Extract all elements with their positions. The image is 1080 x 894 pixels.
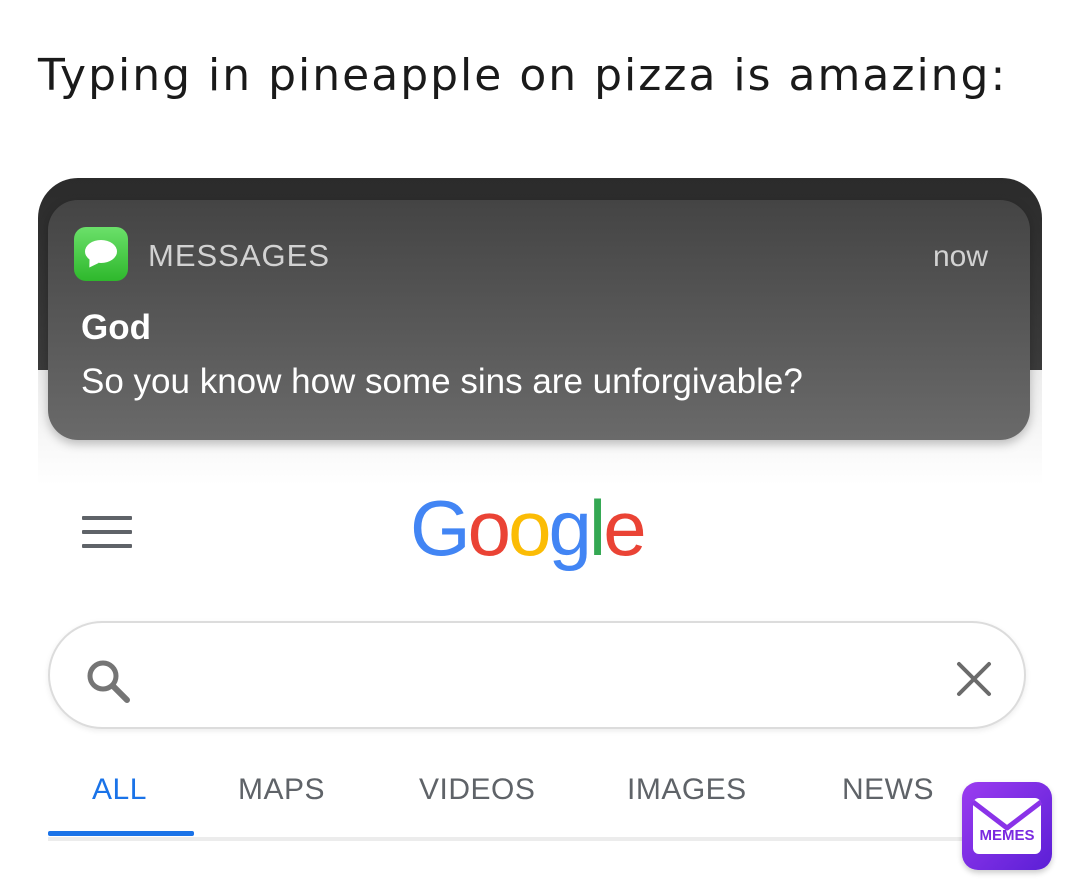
tabs-divider bbox=[48, 837, 1018, 841]
google-logo[interactable]: Google bbox=[410, 478, 647, 578]
logo-letter: e bbox=[603, 484, 646, 572]
logo-letter: o bbox=[508, 484, 551, 572]
notification-app-name: MESSAGES bbox=[148, 238, 330, 273]
hamburger-menu-icon[interactable] bbox=[82, 516, 132, 548]
search-tabs: ALL MAPS VIDEOS IMAGES NEWS bbox=[38, 773, 1042, 843]
notification-message: So you know how some sins are unforgivab… bbox=[81, 362, 803, 401]
logo-letter: g bbox=[548, 484, 591, 572]
meme-caption: Typing in pineapple on pizza is amazing: bbox=[38, 50, 1008, 101]
tab-videos[interactable]: VIDEOS bbox=[419, 773, 535, 807]
tab-images[interactable]: IMAGES bbox=[627, 773, 747, 807]
messages-app-icon bbox=[74, 227, 128, 281]
tab-maps[interactable]: MAPS bbox=[238, 773, 325, 807]
notification-sender: God bbox=[81, 308, 151, 347]
close-icon[interactable] bbox=[954, 659, 994, 699]
tab-all[interactable]: ALL bbox=[92, 773, 147, 807]
active-tab-indicator bbox=[48, 831, 194, 836]
logo-letter: o bbox=[467, 484, 511, 572]
message-notification[interactable]: MESSAGES now God So you know how some si… bbox=[48, 200, 1030, 440]
search-bar[interactable] bbox=[48, 621, 1026, 729]
phone-screenshot: MESSAGES now God So you know how some si… bbox=[38, 178, 1042, 848]
memes-logo-text: MEMES bbox=[979, 827, 1034, 844]
notification-time: now bbox=[932, 240, 988, 273]
search-input[interactable] bbox=[160, 651, 920, 701]
logo-letter: l bbox=[588, 484, 606, 572]
memes-logo-icon: MEMES bbox=[962, 782, 1052, 870]
tab-news[interactable]: NEWS bbox=[842, 773, 934, 807]
search-icon[interactable] bbox=[84, 657, 132, 705]
logo-letter: G bbox=[410, 484, 471, 572]
